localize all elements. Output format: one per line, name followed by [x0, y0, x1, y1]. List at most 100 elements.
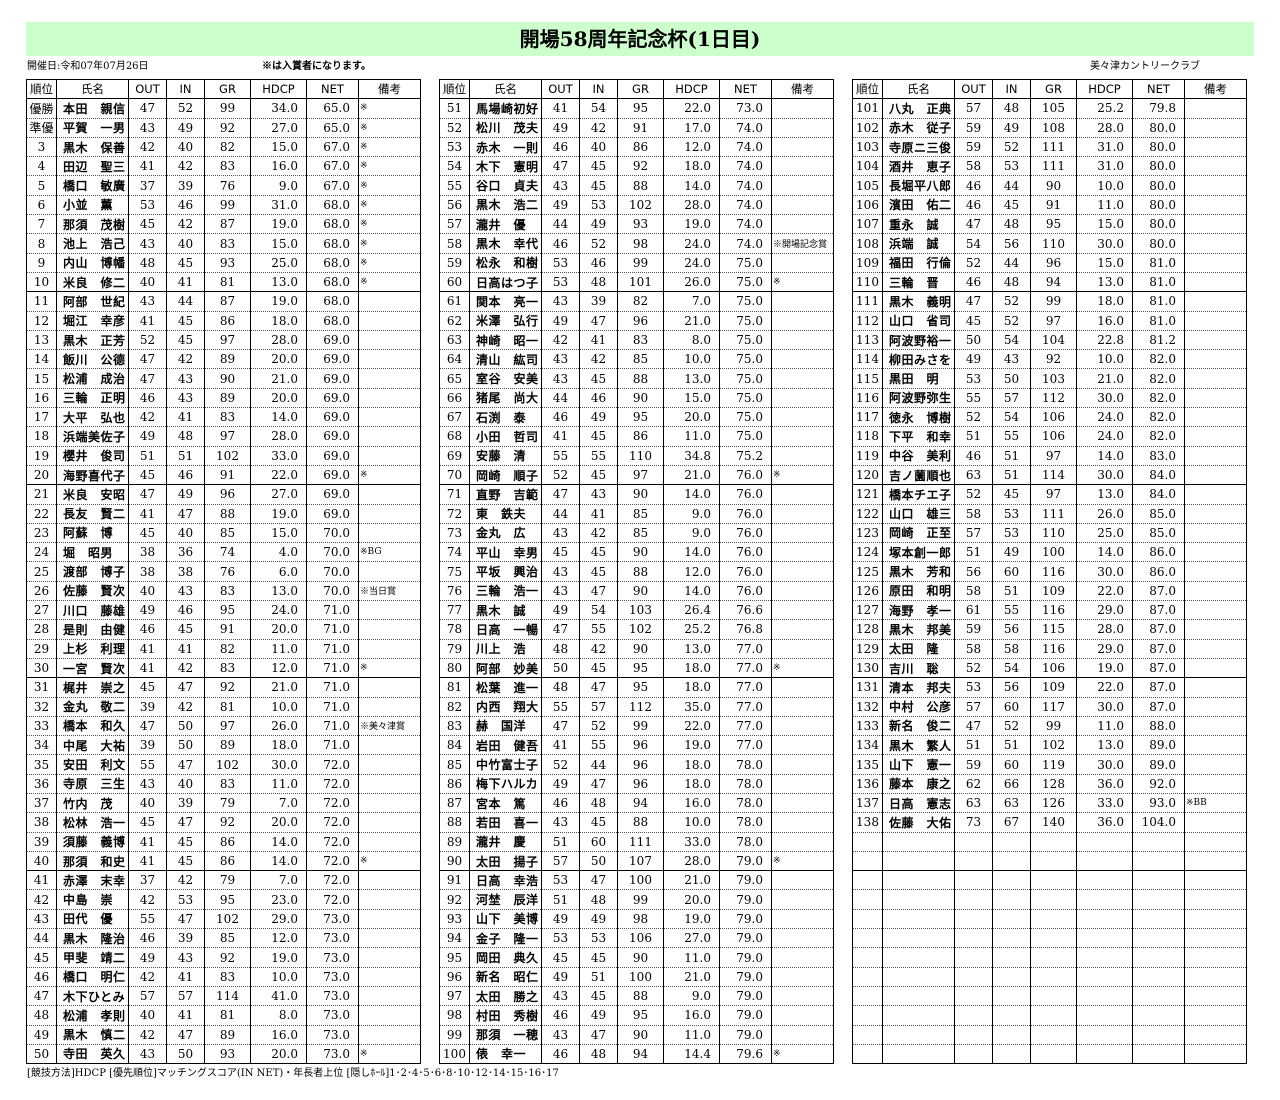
gross-score: 96: [617, 311, 664, 331]
handicap: 31.0: [1076, 156, 1133, 177]
table-row: 42 中島 崇 42 53 95 23.0 72.0: [26, 889, 421, 910]
gross-score: 95: [617, 1005, 664, 1026]
in-score: 50: [579, 851, 618, 872]
in-score: 45: [992, 195, 1031, 216]
remarks: [358, 986, 421, 1007]
handicap: 22.0: [250, 465, 307, 486]
net-score: 87.0: [1132, 658, 1185, 679]
net-score: 70.0: [306, 561, 359, 582]
handicap: 14.0: [1076, 542, 1133, 563]
table-row: 130 吉川 聡 52 54 106 19.0 87.0: [852, 658, 1247, 679]
out-score: 46: [541, 793, 580, 814]
rank-cell: 51: [439, 98, 470, 119]
rank-cell: 31: [26, 677, 57, 698]
handicap: 24.0: [1076, 426, 1133, 447]
rank-cell: 15: [26, 368, 57, 389]
gross-score: 90: [617, 542, 664, 563]
table-row: 122 山口 雄三 58 53 111 26.0 85.0: [852, 504, 1247, 524]
rank-cell: [852, 947, 883, 968]
player-name: 池上 浩己: [56, 233, 129, 254]
rank-cell: 21: [26, 484, 57, 505]
gross-score: 100: [1030, 542, 1077, 563]
in-score: [992, 947, 1031, 968]
handicap: 18.0: [250, 311, 307, 331]
in-score: 42: [579, 523, 618, 544]
gross-score: 102: [1030, 735, 1077, 756]
column-header-hdcp: HDCP: [663, 78, 720, 100]
in-score: 42: [166, 349, 205, 370]
player-name: 山下 憲一: [882, 754, 955, 775]
rank-cell: 59: [439, 253, 470, 273]
table-row: 83 赫 国洋 47 52 99 22.0 77.0: [439, 716, 834, 737]
column-header-out: OUT: [128, 78, 167, 100]
gross-score: 97: [617, 465, 664, 486]
player-name: 米澤 弘行: [469, 311, 542, 331]
in-score: 57: [992, 388, 1031, 409]
handicap: 19.0: [250, 504, 307, 524]
in-score: 50: [166, 1044, 205, 1065]
table-row: 14 飯川 公德 47 42 89 20.0 69.0: [26, 349, 421, 370]
remarks: [358, 426, 421, 447]
handicap: 16.0: [250, 1025, 307, 1045]
table-row: 120 吉ノ薗順也 63 51 114 30.0 84.0: [852, 465, 1247, 486]
net-score: 79.0: [719, 967, 772, 987]
remarks: [358, 407, 421, 428]
rank-cell: 76: [439, 581, 470, 602]
in-score: 51: [166, 446, 205, 466]
table-row: 11 阿部 世紀 43 44 87 19.0 68.0: [26, 291, 421, 312]
player-name: 木下 憲明: [469, 156, 542, 177]
in-score: 44: [166, 291, 205, 312]
out-score: 59: [954, 754, 993, 775]
remarks: [358, 735, 421, 756]
table-row: 136 藤本 康之 62 66 128 36.0 92.0: [852, 774, 1247, 794]
gross-score: 114: [1030, 465, 1077, 486]
in-score: 41: [166, 639, 205, 659]
rank-cell: 43: [26, 909, 57, 930]
rank-cell: 50: [26, 1044, 57, 1065]
player-name: 阿波野裕一: [882, 330, 955, 351]
handicap: 25.2: [663, 619, 720, 640]
player-name: 松浦 成治: [56, 368, 129, 389]
handicap: 14.0: [663, 175, 720, 196]
remarks: [1184, 1025, 1247, 1045]
handicap: 21.0: [663, 870, 720, 891]
net-score: 74.0: [719, 195, 772, 216]
handicap: 15.0: [1076, 253, 1133, 273]
handicap: 14.0: [663, 581, 720, 602]
out-score: 49: [541, 909, 580, 930]
handicap: 20.0: [250, 812, 307, 833]
player-name: 吉ノ薗順也: [882, 465, 955, 486]
in-score: 52: [992, 311, 1031, 331]
in-score: 53: [579, 928, 618, 949]
remarks: [358, 446, 421, 466]
net-score: [1132, 947, 1185, 968]
remarks: [771, 311, 834, 331]
player-name: 原田 和明: [882, 581, 955, 602]
out-score: 53: [954, 368, 993, 389]
net-score: 89.0: [1132, 754, 1185, 775]
table-row: 127 海野 孝一 61 55 116 29.0 87.0: [852, 600, 1247, 621]
out-score: 48: [541, 677, 580, 698]
table-row: 126 原田 和明 58 51 109 22.0 87.0: [852, 581, 1247, 602]
out-score: [954, 1044, 993, 1065]
in-score: 52: [579, 716, 618, 737]
gross-score: 88: [204, 504, 251, 524]
net-score: [1132, 1025, 1185, 1045]
table-row: 116 阿波野弥生 55 57 112 30.0 82.0: [852, 388, 1247, 409]
remarks: [1184, 137, 1247, 158]
player-name: 重永 誠: [882, 214, 955, 235]
in-score: 45: [579, 368, 618, 389]
gross-score: 99: [204, 195, 251, 216]
table-row: 82 内西 翔大 55 57 112 35.0 77.0: [439, 697, 834, 717]
out-score: 54: [954, 233, 993, 254]
player-name: 平坂 興治: [469, 561, 542, 582]
in-score: 46: [579, 253, 618, 273]
gross-score: [1030, 986, 1077, 1007]
remarks: [771, 677, 834, 698]
table-row: 19 櫻井 俊司 51 51 102 33.0 69.0: [26, 446, 421, 466]
in-score: 47: [166, 754, 205, 775]
table-row: 6 小並 薫 53 46 99 31.0 68.0 ※: [26, 195, 421, 216]
handicap: 20.0: [663, 407, 720, 428]
net-score: 71.0: [306, 639, 359, 659]
gross-score: 102: [204, 754, 251, 775]
